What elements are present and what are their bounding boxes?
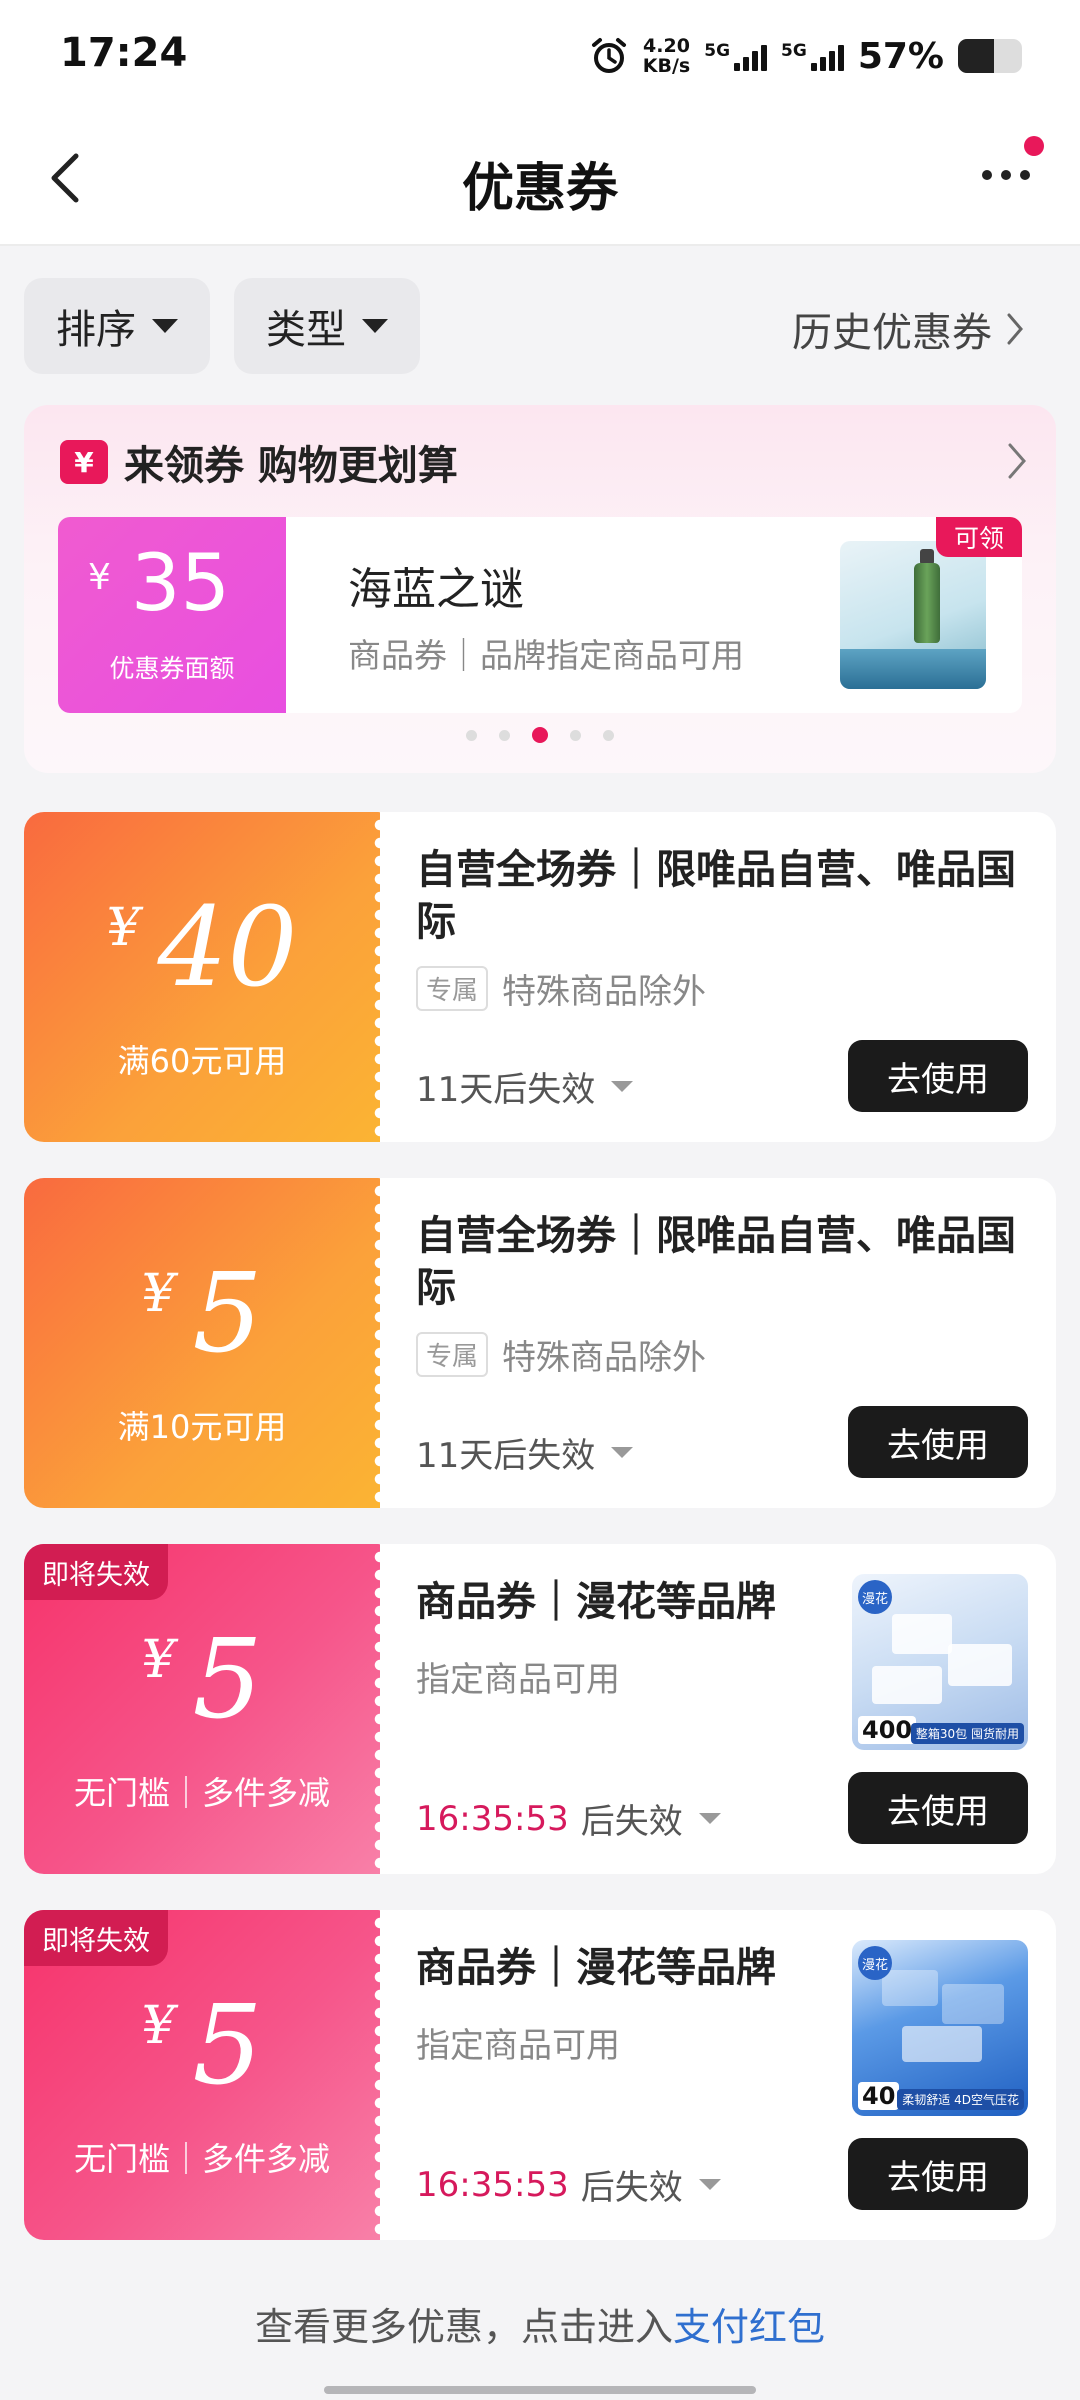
coupon-meta: 专属 特殊商品除外 bbox=[416, 1330, 706, 1379]
coupon-card[interactable]: ¥5 无门槛｜多件多减 即将失效 商品券｜漫花等品牌 指定商品可用 漫花 40 … bbox=[24, 1910, 1056, 2240]
caret-down-icon bbox=[698, 2179, 721, 2190]
signal-bars-icon bbox=[734, 41, 768, 71]
signal-2: 5G bbox=[781, 41, 844, 71]
carousel-dot bbox=[532, 727, 548, 743]
carousel-dot bbox=[570, 729, 581, 741]
carousel-dot bbox=[603, 729, 614, 741]
product-thumbnail[interactable]: 漫花 40 柔韧舒适 4D空气压花 bbox=[852, 1940, 1028, 2116]
network-speed: 4.20 KB/s bbox=[642, 35, 691, 77]
brand-logo: 漫花 bbox=[858, 1580, 892, 1614]
coupon-expiry[interactable]: 16:35:53 后失效 bbox=[416, 2160, 721, 2209]
caret-down-icon bbox=[362, 319, 388, 333]
exclusive-tag: 专属 bbox=[416, 1332, 489, 1377]
promo-coupon-card[interactable]: ¥ 35 优惠券面额 海蓝之谜 商品券｜品牌指定商品可用 可领 bbox=[58, 517, 1022, 713]
signal-1: 5G bbox=[704, 41, 768, 71]
coupon-stub: ¥5 无门槛｜多件多减 即将失效 bbox=[24, 1910, 388, 2240]
battery-icon bbox=[958, 39, 1022, 73]
claim-badge[interactable]: 可领 bbox=[936, 517, 1022, 557]
caret-down-icon bbox=[611, 1447, 634, 1458]
coupon-title: 自营全场券｜限唯品自营、唯品国际 bbox=[416, 847, 1016, 945]
carousel-indicator bbox=[24, 727, 1056, 743]
caret-down-icon bbox=[152, 319, 178, 333]
signal-bars-icon bbox=[810, 41, 844, 71]
promo-heading: ¥ 来领券 购物更划算 bbox=[60, 433, 458, 491]
footer-hint: 查看更多优惠，点击进入支付红包 bbox=[254, 2305, 826, 2349]
promo-coupon-stub: ¥ 35 优惠券面额 bbox=[58, 517, 286, 713]
promo-coupon-amount: 35 bbox=[130, 539, 231, 629]
alarm-clock-icon bbox=[591, 38, 626, 73]
use-coupon-button[interactable]: 去使用 bbox=[848, 1040, 1028, 1112]
more-dots-icon[interactable] bbox=[982, 170, 1030, 180]
coupon-expiry[interactable]: 11天后失效 bbox=[416, 1428, 634, 1477]
coupon-condition: 无门槛｜多件多减 bbox=[73, 2140, 330, 2178]
expiring-soon-badge: 即将失效 bbox=[24, 1544, 168, 1600]
type-dropdown[interactable]: 类型 bbox=[234, 278, 420, 374]
history-coupons-link[interactable]: 历史优惠券 bbox=[792, 300, 1024, 358]
coupon-card[interactable]: ¥40 满60元可用 自营全场券｜限唯品自营、唯品国际 专属 特殊商品除外 11… bbox=[24, 812, 1056, 1142]
coupon-card[interactable]: ¥5 无门槛｜多件多减 即将失效 商品券｜漫花等品牌 指定商品可用 漫花 400… bbox=[24, 1544, 1056, 1874]
coupon-expiry[interactable]: 11天后失效 bbox=[416, 1062, 634, 1111]
coupon-condition: 满60元可用 bbox=[117, 1042, 287, 1080]
carousel-dot bbox=[466, 729, 477, 741]
coupon-amount: 40 bbox=[157, 883, 298, 1011]
red-packet-link[interactable]: 支付红包 bbox=[673, 2305, 825, 2349]
page-title: 优惠券 bbox=[461, 159, 618, 219]
use-coupon-button[interactable]: 去使用 bbox=[848, 1772, 1028, 1844]
coupon-expiry[interactable]: 16:35:53 后失效 bbox=[416, 1794, 721, 1843]
use-coupon-button[interactable]: 去使用 bbox=[848, 2138, 1028, 2210]
status-icons: 4.20 KB/s 5G 5G 57% bbox=[589, 28, 1022, 84]
chevron-right-icon bbox=[1007, 313, 1023, 345]
status-bar: 17:24 4.20 KB/s 5G 5G 57% bbox=[0, 0, 1080, 110]
promo-banner[interactable]: ¥ 来领券 购物更划算 ¥ 35 优惠券面额 海蓝之谜 商品券｜品牌指定商品可用… bbox=[24, 405, 1056, 773]
coupon-badge-icon: ¥ bbox=[60, 440, 108, 484]
coupon-stub: ¥5 满10元可用 bbox=[24, 1178, 388, 1508]
caret-down-icon bbox=[611, 1081, 634, 1092]
coupon-title: 自营全场券｜限唯品自营、唯品国际 bbox=[416, 1213, 1016, 1311]
home-indicator[interactable] bbox=[324, 2386, 756, 2394]
battery-percent: 57% bbox=[857, 35, 944, 77]
status-time: 17:24 bbox=[60, 30, 188, 76]
coupon-meta: 指定商品可用 bbox=[416, 2026, 620, 2066]
coupon-meta: 指定商品可用 bbox=[416, 1660, 620, 1700]
coupon-amount: 5 bbox=[192, 1981, 263, 2109]
promo-coupon-desc: 商品券｜品牌指定商品可用 bbox=[348, 636, 744, 675]
exclusive-tag: 专属 bbox=[416, 966, 489, 1011]
countdown-timer: 16:35:53 bbox=[416, 1798, 569, 1839]
caret-down-icon bbox=[698, 1813, 721, 1824]
coupon-condition: 无门槛｜多件多减 bbox=[73, 1774, 330, 1812]
filter-bar: 排序 类型 历史优惠券 bbox=[0, 248, 1080, 398]
expiring-soon-badge: 即将失效 bbox=[24, 1910, 168, 1966]
coupon-stub: ¥40 满60元可用 bbox=[24, 812, 388, 1142]
coupon-stub: ¥5 无门槛｜多件多减 即将失效 bbox=[24, 1544, 388, 1874]
coupon-amount: 5 bbox=[192, 1249, 263, 1377]
brand-logo: 漫花 bbox=[858, 1946, 892, 1980]
coupon-amount: 5 bbox=[192, 1615, 263, 1743]
sort-dropdown[interactable]: 排序 bbox=[24, 278, 210, 374]
notification-dot bbox=[1024, 136, 1044, 156]
product-thumbnail bbox=[840, 541, 986, 689]
chevron-right-icon[interactable] bbox=[1006, 441, 1028, 481]
countdown-timer: 16:35:53 bbox=[416, 2164, 569, 2205]
carousel-dot bbox=[499, 729, 510, 741]
nav-bar: 优惠券 bbox=[0, 110, 1080, 246]
coupon-card[interactable]: ¥5 满10元可用 自营全场券｜限唯品自营、唯品国际 专属 特殊商品除外 11天… bbox=[24, 1178, 1056, 1508]
use-coupon-button[interactable]: 去使用 bbox=[848, 1406, 1028, 1478]
coupon-meta: 专属 特殊商品除外 bbox=[416, 964, 706, 1013]
coupon-condition: 满10元可用 bbox=[117, 1408, 287, 1446]
product-thumbnail[interactable]: 漫花 400 整箱30包 囤货耐用 bbox=[852, 1574, 1028, 1750]
promo-brand-name: 海蓝之谜 bbox=[348, 564, 524, 615]
